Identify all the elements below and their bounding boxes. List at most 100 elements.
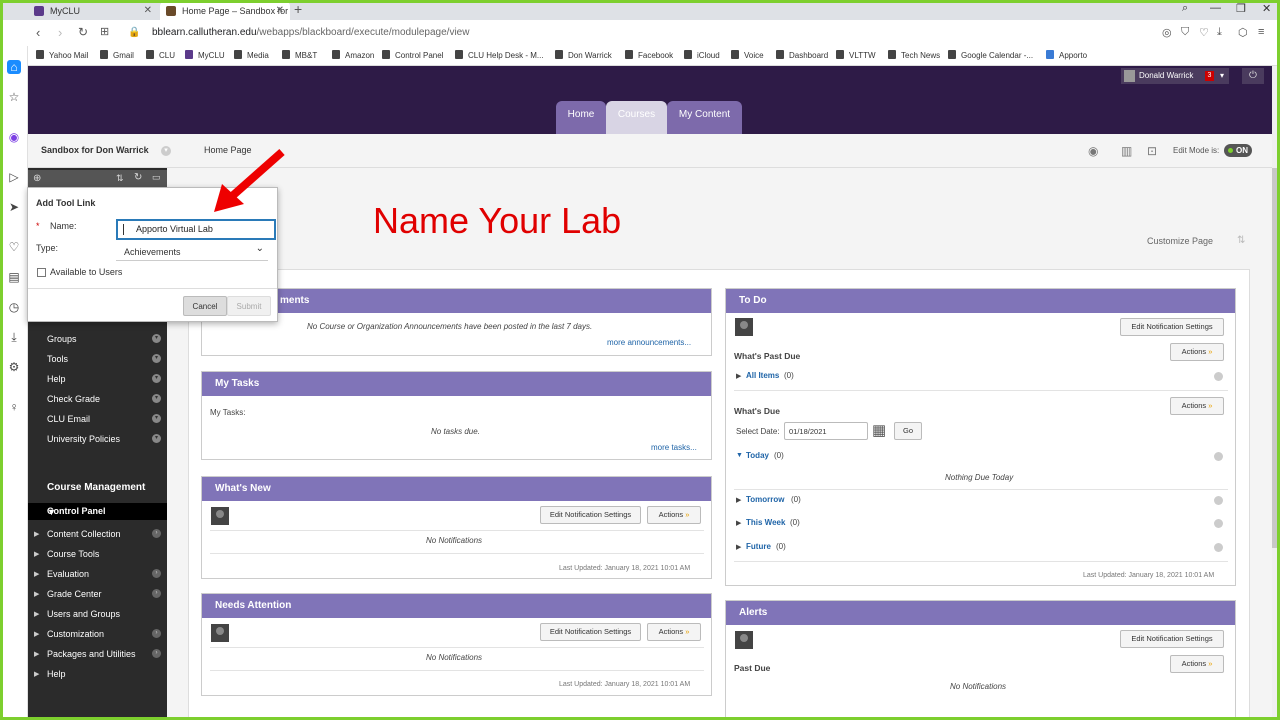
chevron-down-icon[interactable] bbox=[1214, 452, 1223, 461]
back-icon[interactable]: ‹ bbox=[36, 25, 40, 40]
settings-icon[interactable]: ⚙ bbox=[7, 360, 21, 374]
available-checkbox[interactable] bbox=[37, 268, 46, 277]
more-tasks-link[interactable]: more tasks... bbox=[651, 443, 697, 452]
camera-icon[interactable]: ◎ bbox=[1162, 26, 1172, 39]
bookmark[interactable]: MyCLU bbox=[185, 50, 225, 60]
future-link[interactable]: Future bbox=[746, 542, 771, 551]
cp-course-tools[interactable]: Course Tools bbox=[47, 549, 99, 559]
scrollbar-thumb[interactable] bbox=[1272, 168, 1280, 548]
arrow-right-icon[interactable]: › bbox=[152, 529, 161, 538]
tab-my-content[interactable]: My Content bbox=[667, 101, 742, 134]
cube-icon[interactable]: ⬡ bbox=[1238, 26, 1248, 39]
power-icon[interactable]: ⏻ bbox=[1242, 68, 1264, 84]
chevron-down-icon[interactable]: ▾ bbox=[152, 354, 161, 363]
cp-help[interactable]: Help bbox=[47, 669, 66, 679]
control-panel-header[interactable]: ▼ Control Panel bbox=[28, 503, 167, 520]
arrow-right-icon[interactable]: › bbox=[152, 629, 161, 638]
close-window-icon[interactable]: ✕ bbox=[1262, 2, 1271, 15]
today-link[interactable]: Today bbox=[746, 451, 769, 460]
course-title[interactable]: Sandbox for Don Warrick bbox=[41, 145, 149, 155]
bookmark[interactable]: Control Panel bbox=[382, 50, 443, 60]
bookmark[interactable]: Apporto bbox=[1046, 50, 1087, 60]
browser-tab-myclu[interactable]: MyCLU ✕ bbox=[28, 2, 158, 20]
restore-icon[interactable]: ❐ bbox=[1236, 2, 1246, 15]
bookmark[interactable]: Media bbox=[234, 50, 269, 60]
go-button[interactable]: Go bbox=[894, 422, 922, 440]
player-icon[interactable]: ▷ bbox=[7, 170, 21, 184]
bookmark[interactable]: VLTTW bbox=[836, 50, 876, 60]
menu-item-help[interactable]: Help bbox=[47, 374, 66, 384]
actions-button[interactable]: Actions » bbox=[1170, 397, 1224, 415]
menu-icon[interactable]: ≡ bbox=[1258, 26, 1264, 38]
cp-packages-and-utilities[interactable]: Packages and Utilities bbox=[47, 649, 136, 659]
bookmark[interactable]: Voice bbox=[731, 50, 764, 60]
eye-icon[interactable]: ◉ bbox=[1088, 144, 1102, 158]
tomorrow-link[interactable]: Tomorrow bbox=[746, 495, 785, 504]
arrow-right-icon[interactable]: › bbox=[152, 569, 161, 578]
bookmark[interactable]: Tech News bbox=[888, 50, 940, 60]
bookmark[interactable]: Amazon bbox=[332, 50, 374, 60]
star-icon[interactable]: ☆ bbox=[7, 90, 21, 104]
bookmark[interactable]: iCloud bbox=[684, 50, 720, 60]
close-tab-icon[interactable]: ✕ bbox=[276, 2, 284, 20]
edit-mode-toggle[interactable]: ON bbox=[1224, 144, 1252, 157]
menu-item-tools[interactable]: Tools bbox=[47, 354, 68, 364]
bookmark[interactable]: MB&T bbox=[282, 50, 317, 60]
chevron-down-icon[interactable]: ▾ bbox=[152, 434, 161, 443]
edit-notification-settings-button[interactable]: Edit Notification Settings bbox=[540, 506, 641, 524]
cp-evaluation[interactable]: Evaluation bbox=[47, 569, 89, 579]
actions-button[interactable]: Actions » bbox=[1170, 655, 1224, 673]
user-menu[interactable]: Donald Warrick 3 ▾ bbox=[1121, 68, 1229, 84]
menu-item-groups[interactable]: Groups bbox=[47, 334, 77, 344]
bookmark[interactable]: Facebook bbox=[625, 50, 673, 60]
chevron-down-icon[interactable] bbox=[1214, 496, 1223, 505]
type-select[interactable]: Achievements bbox=[116, 240, 268, 261]
all-items-link[interactable]: All Items bbox=[746, 371, 779, 380]
actions-button[interactable]: Actions » bbox=[1170, 343, 1224, 361]
download-icon[interactable]: ⤓ bbox=[1217, 26, 1222, 39]
arrow-right-icon[interactable]: › bbox=[152, 589, 161, 598]
heart-icon[interactable]: ♡ bbox=[1199, 26, 1209, 39]
cp-content-collection[interactable]: Content Collection bbox=[47, 529, 121, 539]
edit-notification-settings-button[interactable]: Edit Notification Settings bbox=[1120, 318, 1224, 336]
arrow-right-icon[interactable]: › bbox=[152, 649, 161, 658]
tips-icon[interactable]: ♀ bbox=[7, 400, 21, 414]
menu-item-clu-email[interactable]: CLU Email bbox=[47, 414, 90, 424]
forward-icon[interactable]: › bbox=[58, 25, 62, 40]
lock-icon[interactable]: ⊡ bbox=[1147, 144, 1161, 158]
bookmark[interactable]: Google Calendar -... bbox=[948, 50, 1033, 60]
chevron-down-icon[interactable]: ▾ bbox=[152, 334, 161, 343]
news-icon[interactable]: ▤ bbox=[7, 270, 21, 284]
chevron-down-icon[interactable]: ▾ bbox=[152, 374, 161, 383]
browser-tab-home-page[interactable]: Home Page – Sandbox for ✕ bbox=[160, 2, 290, 20]
lock-icon[interactable]: 🔒 bbox=[128, 27, 140, 38]
shield-icon[interactable]: ⛉ bbox=[1181, 26, 1189, 39]
this-week-link[interactable]: This Week bbox=[746, 518, 785, 527]
heart-icon[interactable]: ♡ bbox=[7, 240, 21, 254]
reorder-icon[interactable]: ⇅ bbox=[1237, 235, 1245, 246]
actions-button[interactable]: Actions » bbox=[647, 506, 701, 524]
reload-icon[interactable]: ↻ bbox=[78, 25, 88, 39]
stats-icon[interactable]: ▥ bbox=[1121, 144, 1135, 158]
close-tab-icon[interactable]: ✕ bbox=[144, 2, 152, 20]
bookmark[interactable]: Don Warrick bbox=[555, 50, 612, 60]
url-field[interactable]: bblearn.callutheran.edu/webapps/blackboa… bbox=[152, 27, 469, 38]
download-icon[interactable]: ⤓ bbox=[7, 330, 21, 344]
menu-item-check-grade[interactable]: Check Grade bbox=[47, 394, 100, 404]
send-icon[interactable]: ➤ bbox=[7, 200, 21, 214]
bookmark[interactable]: CLU bbox=[146, 50, 175, 60]
actions-button[interactable]: Actions » bbox=[647, 623, 701, 641]
calendar-icon[interactable]: ▦ bbox=[872, 421, 886, 439]
chevron-down-icon[interactable] bbox=[1214, 519, 1223, 528]
date-input[interactable]: 01/18/2021 bbox=[784, 422, 868, 440]
bookmark[interactable]: Yahoo Mail bbox=[36, 50, 88, 60]
cancel-button[interactable]: Cancel bbox=[183, 296, 227, 316]
refresh-icon[interactable]: ↻ bbox=[134, 172, 142, 183]
bookmark[interactable]: Dashboard bbox=[776, 50, 828, 60]
bookmark[interactable]: CLU Help Desk - M... bbox=[455, 50, 544, 60]
folder-icon[interactable]: ▭ bbox=[152, 172, 161, 183]
add-menu-item-icon[interactable]: ⊕ bbox=[33, 173, 41, 184]
new-tab-icon[interactable]: + bbox=[294, 1, 302, 17]
cp-grade-center[interactable]: Grade Center bbox=[47, 589, 102, 599]
messenger-icon[interactable]: ◉ bbox=[7, 130, 21, 144]
